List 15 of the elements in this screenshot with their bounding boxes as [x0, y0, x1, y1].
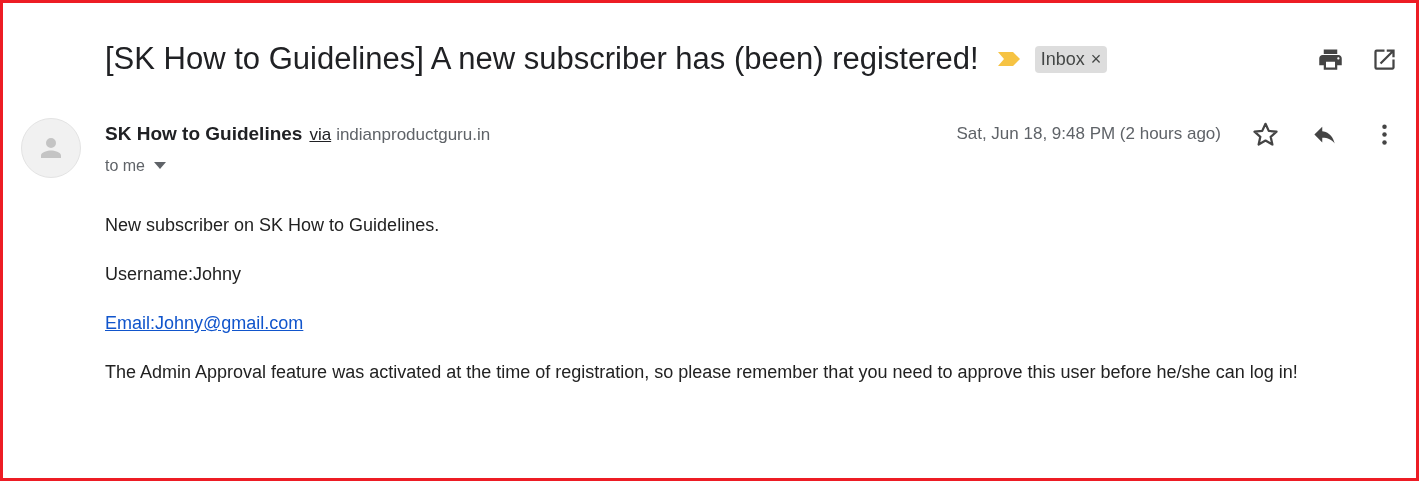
important-marker-icon[interactable] — [996, 51, 1021, 67]
body-paragraph: Username:Johny — [105, 263, 243, 286]
dropdown-caret-icon[interactable] — [154, 161, 166, 170]
recipient-text: to me — [105, 155, 145, 176]
email-link[interactable]: Email:Johny@gmail.com — [105, 313, 304, 333]
label-chip[interactable]: Inbox × — [1034, 45, 1108, 73]
email-subject: [SK How to Guidelines] A new subscriber has (been) registered! — [105, 40, 979, 78]
body-paragraph: The Admin Approval feature was activated at the time of registration, so please remember that you need to approve this user before he/she can log in! — [105, 361, 1299, 384]
email-date: Sat, Jun 18, 9:48 PM (2 hours ago) — [956, 123, 1221, 145]
star-icon[interactable] — [1252, 121, 1279, 148]
sender-name: SK How to Guidelines — [105, 122, 303, 146]
via-link[interactable]: via — [309, 122, 332, 148]
body-paragraph: New subscriber on SK How to Guidelines. — [105, 214, 441, 237]
remove-label-button[interactable]: × — [1090, 45, 1102, 73]
sender-domain: indianproductguru.in — [336, 124, 491, 146]
